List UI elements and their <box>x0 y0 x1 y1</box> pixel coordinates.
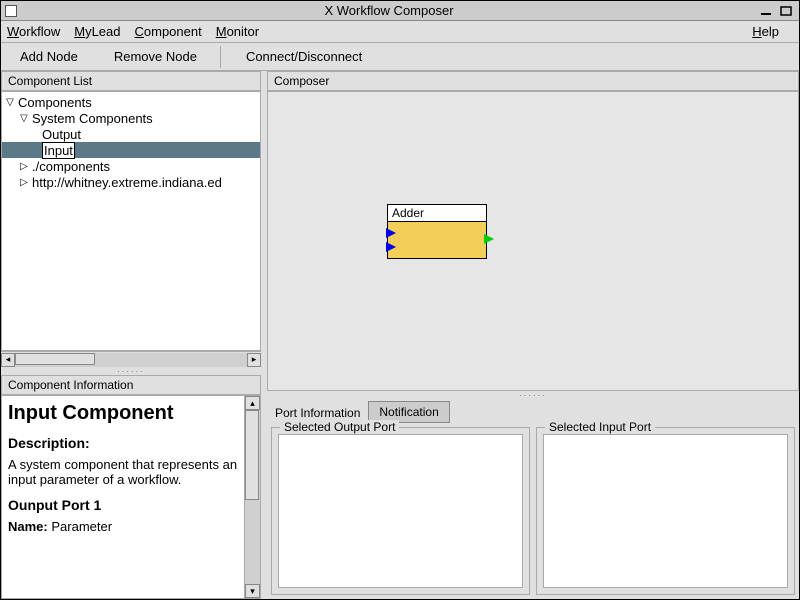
minimize-button[interactable] <box>757 4 775 18</box>
tree-horizontal-scrollbar[interactable]: ◂ ▸ <box>1 351 261 367</box>
menu-monitor[interactable]: Monitor <box>216 24 259 39</box>
menu-help[interactable]: Help <box>752 24 779 39</box>
vertical-splitter[interactable]: ······ <box>1 367 261 375</box>
info-description-label: Description: <box>8 435 240 451</box>
component-list-panel: Component List ▽ Components ▽ System Com… <box>1 71 261 375</box>
scroll-left-icon[interactable]: ◂ <box>1 353 15 367</box>
maximize-button[interactable] <box>777 4 795 18</box>
scroll-thumb[interactable] <box>245 410 259 500</box>
tree-root[interactable]: ▽ Components <box>2 94 260 110</box>
menu-workflow[interactable]: Workflow <box>7 24 60 39</box>
component-info-content: Input Component Description: A system co… <box>1 395 261 599</box>
info-vertical-scrollbar[interactable]: ▴ ▾ <box>244 396 260 598</box>
tree-components-dir[interactable]: ▷ ./components <box>2 158 260 174</box>
window-title: X Workflow Composer <box>23 3 755 18</box>
input-port-1[interactable] <box>386 228 396 238</box>
scroll-right-icon[interactable]: ▸ <box>247 353 261 367</box>
toolbar-separator <box>220 46 221 68</box>
menu-mylead[interactable]: MyLead <box>74 24 120 39</box>
scroll-down-icon[interactable]: ▾ <box>245 584 260 598</box>
menubar: Workflow MyLead Component Monitor Help <box>1 21 799 43</box>
composer-title: Composer <box>267 71 799 91</box>
tree-system-components[interactable]: ▽ System Components <box>2 110 260 126</box>
titlebar: X Workflow Composer <box>1 1 799 21</box>
node-adder[interactable]: Adder <box>387 204 487 259</box>
expand-icon[interactable]: ▽ <box>4 97 16 108</box>
node-label: Adder <box>388 205 486 222</box>
app-window: X Workflow Composer Workflow MyLead Comp… <box>0 0 800 600</box>
component-list-title: Component List <box>1 71 261 91</box>
expand-icon[interactable]: ▽ <box>18 113 30 124</box>
component-info-title: Component Information <box>1 375 261 395</box>
vertical-splitter-right[interactable]: ······ <box>267 391 799 399</box>
tree-leaf-output[interactable]: Output <box>2 126 260 142</box>
composer-canvas[interactable]: Adder <box>267 91 799 391</box>
selected-output-port-content <box>278 434 523 588</box>
bottom-panel: Port Information Notification Selected O… <box>267 399 799 599</box>
connect-disconnect-button[interactable]: Connect/Disconnect <box>229 45 379 69</box>
selected-input-port-label: Selected Input Port <box>545 420 655 434</box>
info-port-heading: Ounput Port 1 <box>8 497 240 513</box>
toolbar: Add Node Remove Node Connect/Disconnect <box>1 43 799 71</box>
system-menu-icon[interactable] <box>5 5 17 17</box>
scroll-up-icon[interactable]: ▴ <box>245 396 260 410</box>
selected-input-port-content <box>543 434 788 588</box>
node-body[interactable] <box>388 222 486 258</box>
collapse-icon[interactable]: ▷ <box>18 177 30 188</box>
input-port-2[interactable] <box>386 242 396 252</box>
info-description-text: A system component that represents an in… <box>8 457 240 487</box>
selected-output-port-label: Selected Output Port <box>280 420 399 434</box>
remove-node-button[interactable]: Remove Node <box>97 45 214 69</box>
component-info-panel: Component Information Input Component De… <box>1 375 261 599</box>
output-port-1[interactable] <box>484 234 494 244</box>
menu-component[interactable]: Component <box>135 24 202 39</box>
scroll-thumb[interactable] <box>15 353 95 365</box>
collapse-icon[interactable]: ▷ <box>18 161 30 172</box>
add-node-button[interactable]: Add Node <box>3 45 95 69</box>
selected-input-port-panel: Selected Input Port <box>536 427 795 595</box>
composer-panel: Composer Adder ······ <box>267 71 799 399</box>
tree-url-source[interactable]: ▷ http://whitney.extreme.indiana.ed <box>2 174 260 190</box>
info-port-name: Name: Parameter <box>8 519 240 534</box>
selected-output-port-panel: Selected Output Port <box>271 427 530 595</box>
info-heading: Input Component <box>8 402 240 425</box>
component-tree[interactable]: ▽ Components ▽ System Components Output … <box>1 91 261 351</box>
tree-leaf-input[interactable]: Input <box>2 142 260 158</box>
